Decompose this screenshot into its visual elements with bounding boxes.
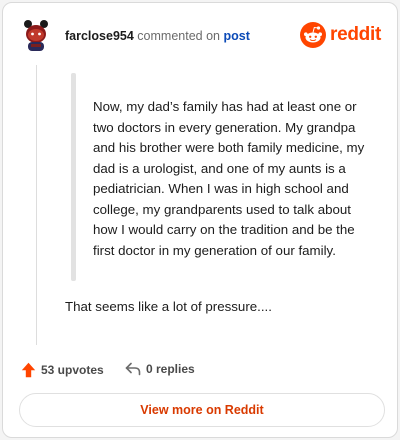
- replies-button[interactable]: 0 replies: [125, 362, 195, 376]
- embedded-comment-card: farclose954 commented on post reddit Now…: [2, 2, 398, 438]
- reddit-logo-icon: [300, 22, 327, 48]
- comment-body: That seems like a lot of pressure....: [65, 299, 272, 314]
- reddit-brand-link[interactable]: reddit: [300, 22, 381, 48]
- reddit-wordmark: reddit: [330, 24, 381, 45]
- username-link[interactable]: farclose954: [65, 29, 134, 43]
- comment-author-line: farclose954 commented on post: [65, 29, 250, 43]
- upvote-arrow-icon: [21, 362, 36, 378]
- reply-arrow-icon: [125, 362, 141, 376]
- view-more-button[interactable]: View more on Reddit: [19, 393, 385, 427]
- post-link[interactable]: post: [223, 29, 249, 43]
- quoted-text: Now, my dad’s family has had at least on…: [93, 99, 365, 258]
- upvotes-count: 53 upvotes: [41, 363, 104, 377]
- upvotes-button[interactable]: 53 upvotes: [21, 362, 104, 378]
- thread-line: [36, 65, 37, 345]
- action-text: commented on: [137, 29, 220, 43]
- replies-count: 0 replies: [146, 362, 195, 376]
- quote-bar: [71, 73, 76, 281]
- user-avatar[interactable]: [21, 19, 51, 53]
